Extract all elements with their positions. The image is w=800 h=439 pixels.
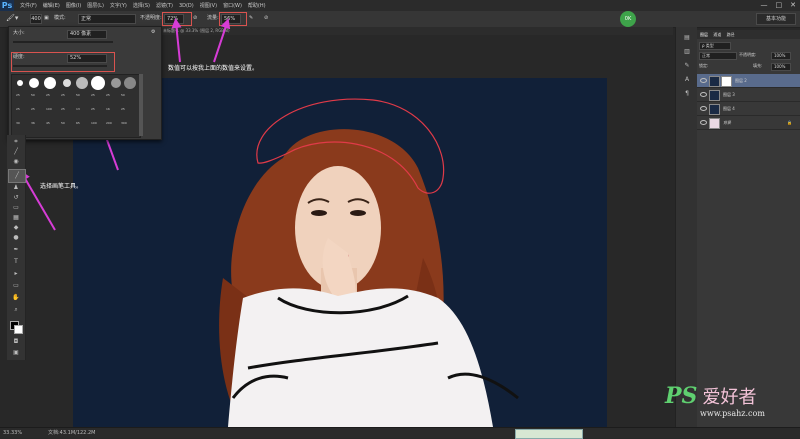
gradient-tool-icon[interactable]: ▦ xyxy=(12,215,20,221)
layer-opacity-input[interactable]: 100% xyxy=(771,52,791,60)
brush-preset-number[interactable]: 50 xyxy=(61,121,65,125)
history-brush-tool-icon[interactable]: ↺ xyxy=(12,195,20,201)
layer-row[interactable]: 图层 3 xyxy=(697,88,800,102)
pen-tool-icon[interactable]: ✒ xyxy=(12,247,20,253)
brush-preset-number[interactable]: 50 xyxy=(76,93,80,97)
brush-preset-number[interactable]: 25 xyxy=(106,93,110,97)
size-slider[interactable] xyxy=(13,41,113,43)
hardness-label: 硬度: xyxy=(13,54,25,60)
brush-preset-number[interactable]: 13 xyxy=(76,107,80,111)
history-panel-icon[interactable]: ▤ xyxy=(683,35,691,41)
brush-preset-number[interactable]: 25 xyxy=(91,93,95,97)
tab-layers[interactable]: 图层 xyxy=(700,32,708,37)
preset-scrollbar[interactable] xyxy=(139,74,143,136)
brush-preset-number[interactable]: 25 xyxy=(91,107,95,111)
rectangle-tool-icon[interactable]: ▭ xyxy=(12,283,20,289)
collapsed-panels-column: ▤ ▥ ✎ A ¶ xyxy=(675,27,697,437)
watermark-url: www.psahz.com xyxy=(700,409,765,418)
brush-preset-number[interactable]: 16 xyxy=(106,107,110,111)
brush-preset-number[interactable]: 65 xyxy=(76,121,80,125)
tab-channels[interactable]: 通道 xyxy=(713,32,721,37)
spot-healing-tool-icon[interactable]: ◉ xyxy=(12,159,20,165)
zoom-tool-icon[interactable]: ⌕ xyxy=(12,307,20,313)
brush-preset-grid[interactable]: 25 50 25 25 50 25 25 50 25 25 100 25 13 25 16 25 30 36 45 5… xyxy=(11,74,141,138)
brush-preset-number[interactable]: 25 xyxy=(61,107,65,111)
brush-preset-number[interactable]: 50 xyxy=(31,93,35,97)
hand-tool-icon[interactable]: ✋ xyxy=(12,295,20,301)
brush-preset-number[interactable]: 25 xyxy=(46,93,50,97)
brush-preset-number[interactable]: 25 xyxy=(16,93,20,97)
taskbar-widget[interactable] xyxy=(515,429,583,439)
layer-opacity-label: 不透明度: xyxy=(739,52,757,57)
background-color-swatch[interactable] xyxy=(14,325,23,334)
brush-tip-swatches xyxy=(17,76,136,90)
annotation-top: 数值可以按我上面的数值来设置。 xyxy=(168,65,259,72)
blur-tool-icon[interactable]: ◆ xyxy=(12,225,20,231)
layer-thumbnail xyxy=(709,104,720,115)
layer-row[interactable]: 背景 🔒 xyxy=(697,116,800,130)
layer-thumbnail xyxy=(709,118,720,129)
layer-thumbnail xyxy=(709,90,720,101)
brush-preset-number[interactable]: 50 xyxy=(121,93,125,97)
brush-preset-number[interactable]: 45 xyxy=(46,121,50,125)
layer-name: 图层 3 xyxy=(723,92,735,97)
eyedropper-tool-icon[interactable]: ╱ xyxy=(12,149,20,155)
status-bar: 33.33% 文档:43.1M/122.2M xyxy=(0,427,800,439)
clone-stamp-tool-icon[interactable]: ♟ xyxy=(12,185,20,191)
lock-label: 锁定: xyxy=(699,63,709,68)
watermark-cn: 爱好者 xyxy=(702,387,757,408)
brush-preset-number[interactable]: 25 xyxy=(121,107,125,111)
eraser-tool-icon[interactable]: ▭ xyxy=(12,205,20,211)
dodge-tool-icon[interactable]: ● xyxy=(12,235,20,241)
eye-icon[interactable] xyxy=(700,120,707,125)
path-selection-tool-icon[interactable]: ▸ xyxy=(12,271,20,277)
brush-preset-number[interactable]: 25 xyxy=(16,107,20,111)
eye-icon[interactable] xyxy=(700,92,707,97)
hardness-slider[interactable] xyxy=(13,65,107,67)
eye-icon[interactable] xyxy=(700,106,707,111)
layer-thumbnail xyxy=(709,76,720,87)
layer-name: 背景 xyxy=(723,120,731,125)
lock-icon: 🔒 xyxy=(787,120,792,125)
layer-name: 图层 4 xyxy=(723,106,735,111)
watermark-brand: PS xyxy=(665,383,698,409)
brush-panel-icon[interactable]: ✎ xyxy=(683,63,691,69)
hardness-input[interactable]: 52% xyxy=(67,54,107,63)
layer-row[interactable]: 图层 4 xyxy=(697,102,800,116)
tools-panel: ⌗ ╱ ◉ ╱ ♟ ↺ ▭ ▦ ◆ ● ✒ T ▸ ▭ ✋ ⌕ ◘ ▣ xyxy=(7,135,26,360)
layers-panel: 图层 通道 路径 ρ 类型 正常 不透明度: 100% 锁定: 填充: 100%… xyxy=(697,30,800,437)
brush-preset-number[interactable]: 25 xyxy=(31,107,35,111)
layer-row[interactable]: 图层 2 xyxy=(697,74,800,88)
brush-preset-number[interactable]: 25 xyxy=(61,93,65,97)
layer-blend-mode[interactable]: 正常 xyxy=(699,52,737,60)
brush-tool-button[interactable]: ╱ xyxy=(8,169,26,183)
paragraph-panel-icon[interactable]: ¶ xyxy=(683,91,691,97)
tab-paths[interactable]: 路径 xyxy=(727,32,735,37)
crop-tool-icon[interactable]: ⌗ xyxy=(12,139,20,145)
size-input[interactable]: 400 像素 xyxy=(67,30,107,39)
layer-filter-kind[interactable]: ρ 类型 xyxy=(699,42,731,50)
eye-icon[interactable] xyxy=(700,78,707,83)
annotation-left: 选择画笔工具。 xyxy=(40,183,83,190)
quick-mask-icon[interactable]: ◘ xyxy=(12,339,20,345)
fill-input[interactable]: 100% xyxy=(771,63,791,71)
brush-preset-number[interactable]: 100 xyxy=(91,121,97,125)
screen-mode-icon[interactable]: ▣ xyxy=(12,350,20,356)
brush-preset-number[interactable]: 100 xyxy=(46,107,52,111)
brush-preset-number[interactable]: 36 xyxy=(31,121,35,125)
brush-tool-icon-selected: ╱ xyxy=(15,172,19,179)
layer-mask-thumbnail[interactable] xyxy=(721,76,732,87)
properties-panel-icon[interactable]: ▥ xyxy=(683,49,691,55)
layer-name: 图层 2 xyxy=(735,78,747,83)
size-label: 大小: xyxy=(13,30,25,36)
site-watermark: PS 爱好者 www.psahz.com xyxy=(665,383,765,418)
brush-preset-panel: 大小: 400 像素 ⚙ 硬度: 52% 25 50 25 25 50 25 25 50 25 2… xyxy=(8,26,162,140)
character-panel-icon[interactable]: A xyxy=(683,77,691,83)
fill-label: 填充: xyxy=(753,63,763,68)
brush-preset-number[interactable]: 300 xyxy=(121,121,127,125)
brush-preset-number[interactable]: 200 xyxy=(106,121,112,125)
type-tool-icon[interactable]: T xyxy=(12,259,20,265)
brush-preset-number[interactable]: 30 xyxy=(16,121,20,125)
panel-gear-icon[interactable]: ⚙ xyxy=(151,28,155,36)
